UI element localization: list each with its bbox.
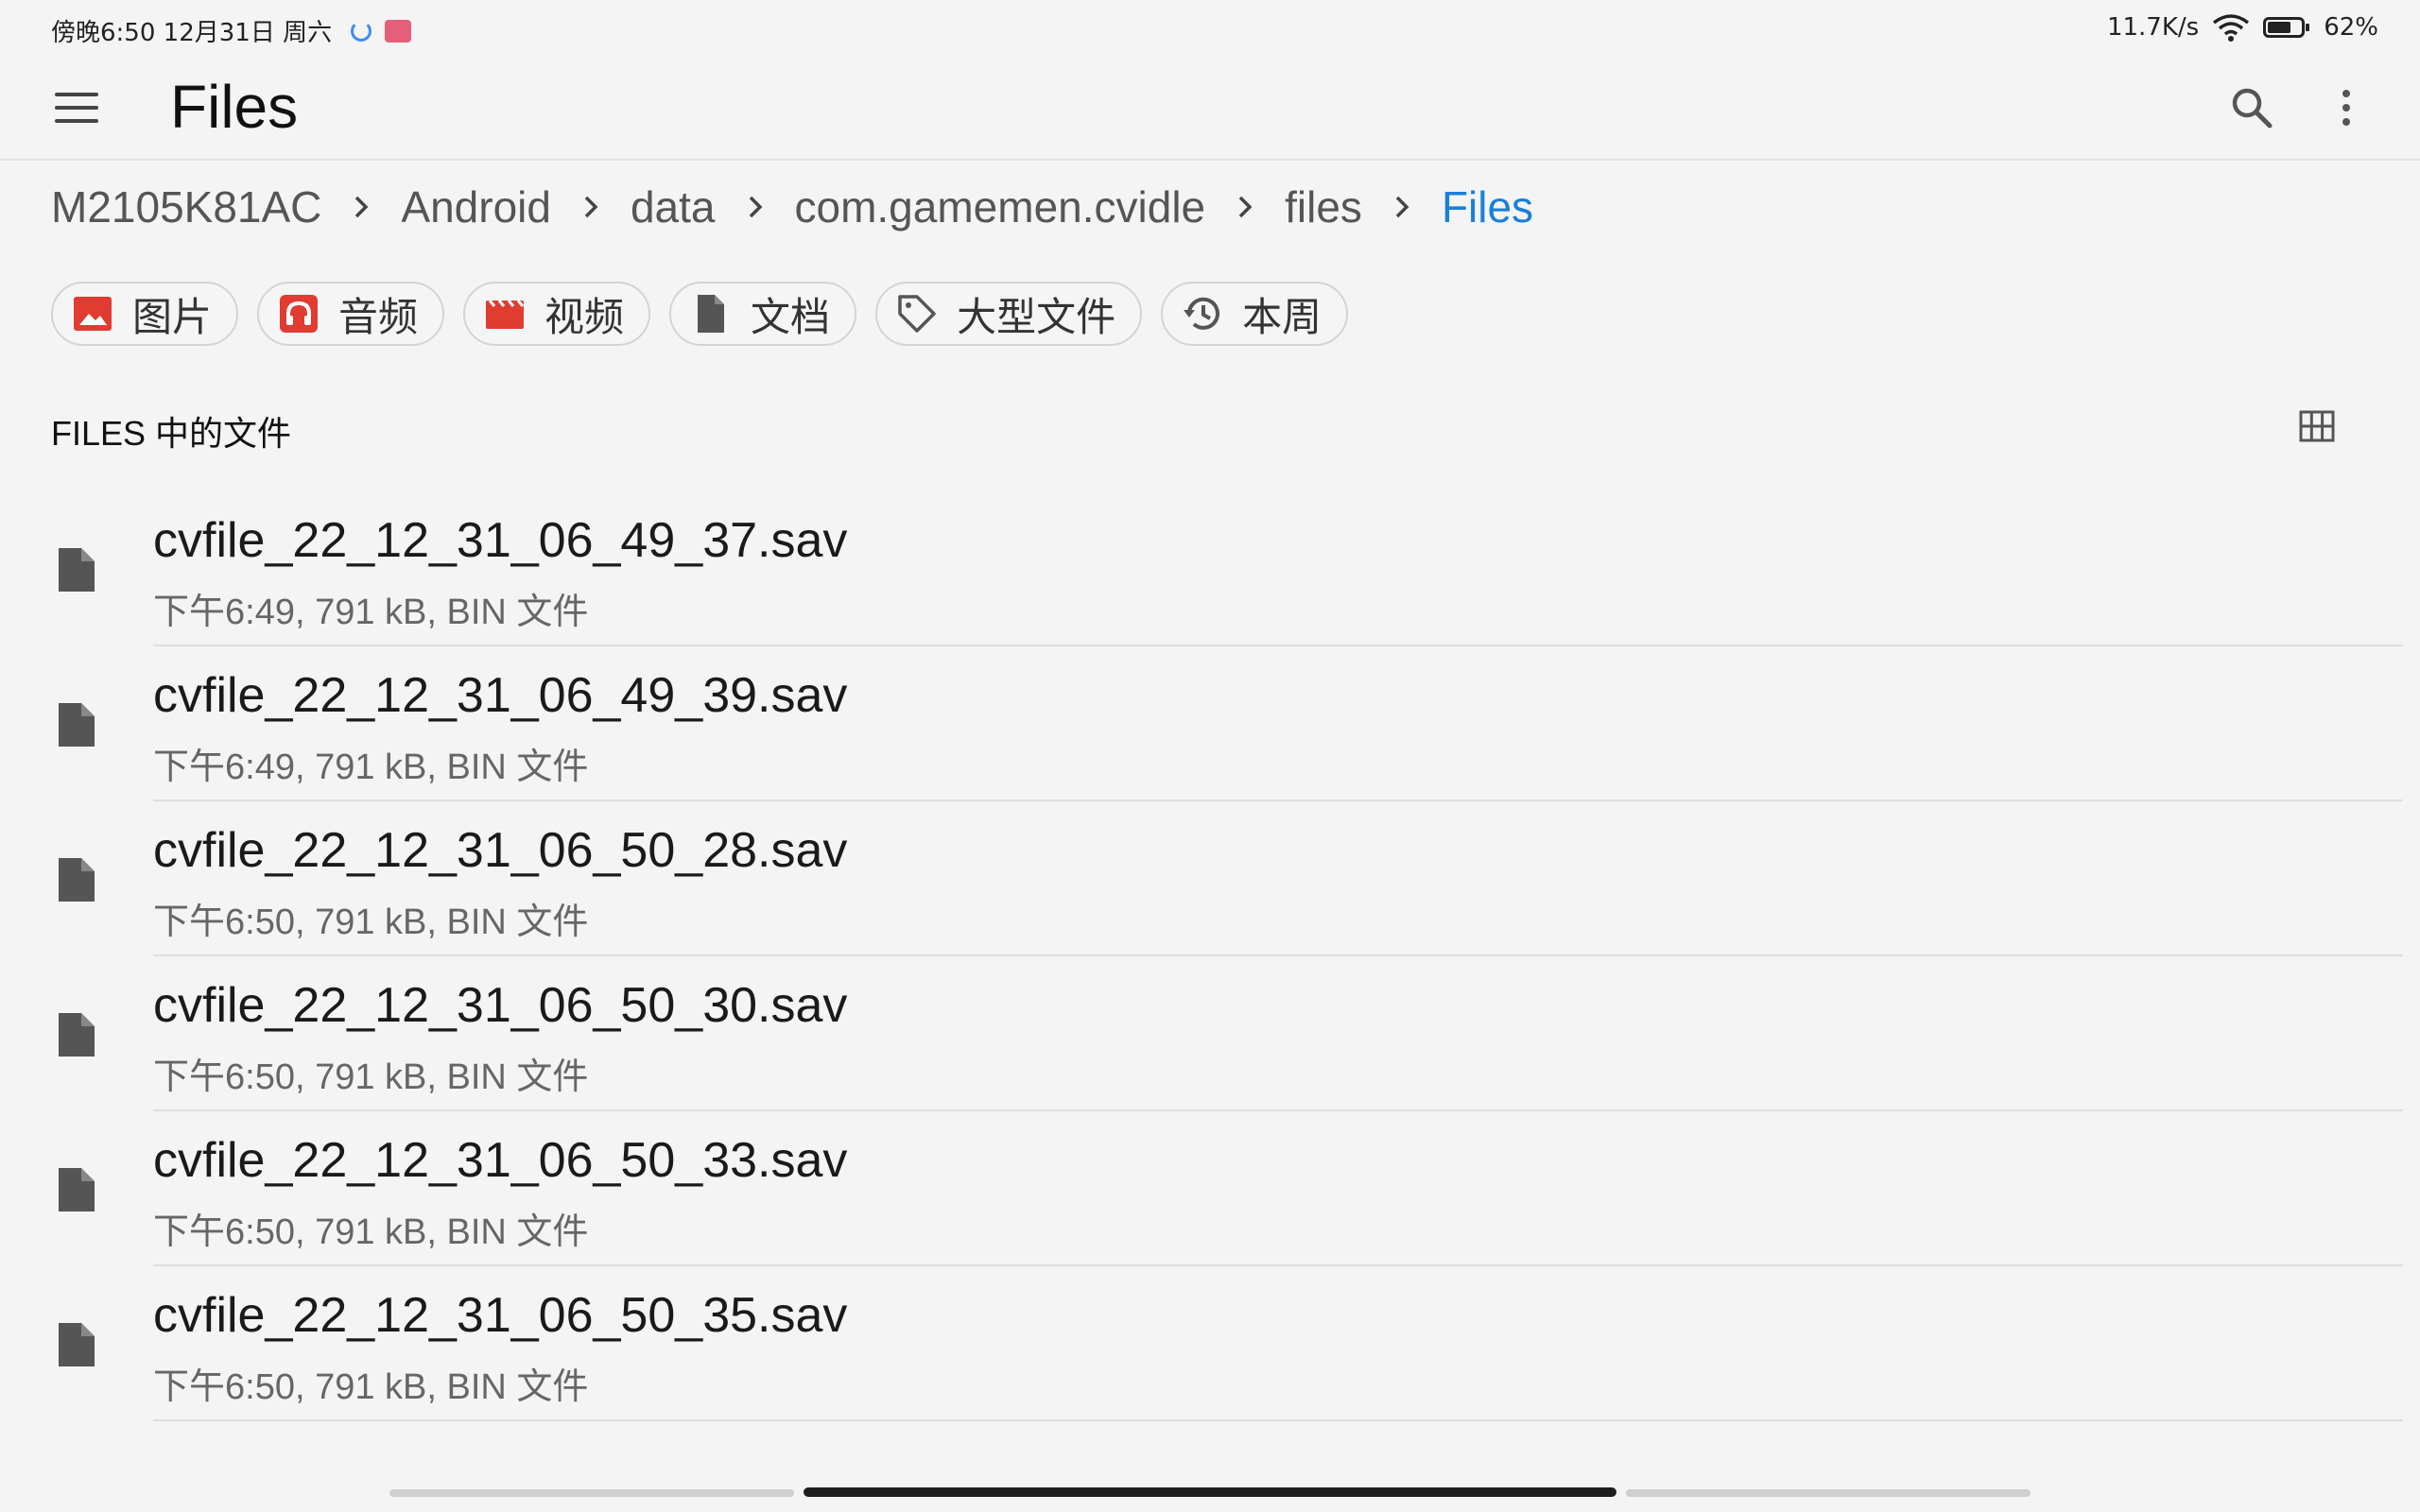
- sync-notification-icon: [351, 20, 372, 42]
- chip-images[interactable]: 图片: [51, 282, 239, 346]
- file-icon: [59, 1013, 95, 1057]
- list-item[interactable]: cvfile_22_12_31_06_50_33.sav 下午6:50, 791…: [0, 1111, 2420, 1266]
- battery-icon: [2263, 17, 2310, 38]
- nav-bar-right-segment: [1626, 1489, 2031, 1497]
- list-item[interactable]: cvfile_22_12_31_06_49_37.sav 下午6:49, 791…: [0, 491, 2420, 646]
- list-item[interactable]: cvfile_22_12_31_06_49_39.sav 下午6:49, 791…: [0, 646, 2420, 801]
- chip-label: 大型文件: [957, 294, 1116, 339]
- chevron-right-icon: [342, 188, 380, 226]
- list-item[interactable]: cvfile_22_12_31_06_50_30.sav 下午6:50, 791…: [0, 956, 2420, 1111]
- file-name: cvfile_22_12_31_06_49_37.sav: [153, 513, 848, 568]
- nav-bar-handle[interactable]: [804, 1487, 1616, 1497]
- network-speed: 11.7K/s: [2106, 13, 2200, 42]
- section-title: FILES 中的文件: [51, 414, 292, 453]
- chevron-right-icon: [572, 188, 610, 226]
- filter-chips: 图片 音频 视频 文档 大型文件 本周: [51, 282, 1349, 346]
- document-icon: [698, 295, 725, 333]
- file-meta: 下午6:49, 791 kB, BIN 文件: [153, 593, 589, 632]
- file-icon: [59, 858, 95, 902]
- breadcrumb-item-android[interactable]: Android: [401, 181, 551, 232]
- file-icon: [59, 703, 95, 747]
- list-item[interactable]: cvfile_22_12_31_06_50_28.sav 下午6:50, 791…: [0, 801, 2420, 956]
- chip-this-week[interactable]: 本周: [1161, 282, 1349, 346]
- chevron-right-icon: [1226, 188, 1264, 226]
- chevron-right-icon: [736, 188, 774, 226]
- app-notification-icon: [385, 19, 412, 43]
- status-bar-left: 傍晚6:50 12月31日 周六: [51, 13, 412, 48]
- chip-documents[interactable]: 文档: [669, 282, 857, 346]
- breadcrumb-item-package[interactable]: com.gamemen.cvidle: [795, 181, 1206, 232]
- gesture-nav-bar[interactable]: [389, 1487, 2031, 1499]
- file-name: cvfile_22_12_31_06_49_39.sav: [153, 668, 848, 723]
- divider: [153, 1419, 2403, 1421]
- status-time-date: 傍晚6:50 12月31日 周六: [51, 19, 333, 47]
- history-icon: [1184, 297, 1220, 330]
- breadcrumb-item-current[interactable]: Files: [1442, 181, 1533, 232]
- chip-audio[interactable]: 音频: [257, 282, 445, 346]
- grid-view-icon[interactable]: [2299, 410, 2335, 442]
- chip-label: 图片: [132, 294, 213, 339]
- search-icon[interactable]: [2227, 83, 2276, 132]
- file-meta: 下午6:50, 791 kB, BIN 文件: [153, 1057, 589, 1097]
- file-meta: 下午6:50, 791 kB, BIN 文件: [153, 902, 589, 942]
- more-vert-icon[interactable]: [2335, 83, 2358, 132]
- chip-label: 本周: [1242, 294, 1322, 339]
- file-meta: 下午6:50, 791 kB, BIN 文件: [153, 1212, 589, 1252]
- nav-bar-left-segment: [389, 1489, 794, 1497]
- file-meta: 下午6:49, 791 kB, BIN 文件: [153, 747, 589, 787]
- video-icon: [486, 300, 525, 329]
- app-bar: Files: [0, 57, 2420, 161]
- chip-large-files[interactable]: 大型文件: [875, 282, 1143, 346]
- file-meta: 下午6:50, 791 kB, BIN 文件: [153, 1367, 589, 1407]
- chip-video[interactable]: 视频: [463, 282, 651, 346]
- menu-icon[interactable]: [55, 93, 98, 123]
- status-bar-right: 11.7K/s 62%: [2107, 13, 2378, 42]
- breadcrumb-item-device[interactable]: M2105K81AC: [51, 181, 321, 232]
- tag-icon: [898, 295, 936, 333]
- file-name: cvfile_22_12_31_06_50_33.sav: [153, 1133, 848, 1188]
- file-list: cvfile_22_12_31_06_49_37.sav 下午6:49, 791…: [0, 491, 2420, 1421]
- file-name: cvfile_22_12_31_06_50_30.sav: [153, 978, 848, 1033]
- status-bar: 傍晚6:50 12月31日 周六 11.7K/s 62%: [0, 0, 2420, 57]
- breadcrumb-item-files[interactable]: files: [1285, 181, 1362, 232]
- breadcrumb-item-data[interactable]: data: [631, 181, 716, 232]
- file-name: cvfile_22_12_31_06_50_35.sav: [153, 1288, 848, 1343]
- chip-label: 视频: [544, 294, 625, 339]
- image-icon: [74, 297, 112, 331]
- battery-percent: 62%: [2324, 13, 2378, 42]
- file-name: cvfile_22_12_31_06_50_28.sav: [153, 823, 848, 878]
- list-item[interactable]: cvfile_22_12_31_06_50_35.sav 下午6:50, 791…: [0, 1266, 2420, 1421]
- file-icon: [59, 548, 95, 592]
- file-icon: [59, 1168, 95, 1211]
- file-icon: [59, 1323, 95, 1366]
- wifi-icon: [2213, 14, 2250, 42]
- chip-label: 文档: [751, 294, 831, 339]
- headphones-icon: [280, 295, 319, 333]
- chip-label: 音频: [338, 294, 419, 339]
- page-title: Files: [170, 73, 299, 141]
- chevron-right-icon: [1383, 188, 1421, 226]
- breadcrumb: M2105K81AC Android data com.gamemen.cvid…: [51, 181, 1533, 232]
